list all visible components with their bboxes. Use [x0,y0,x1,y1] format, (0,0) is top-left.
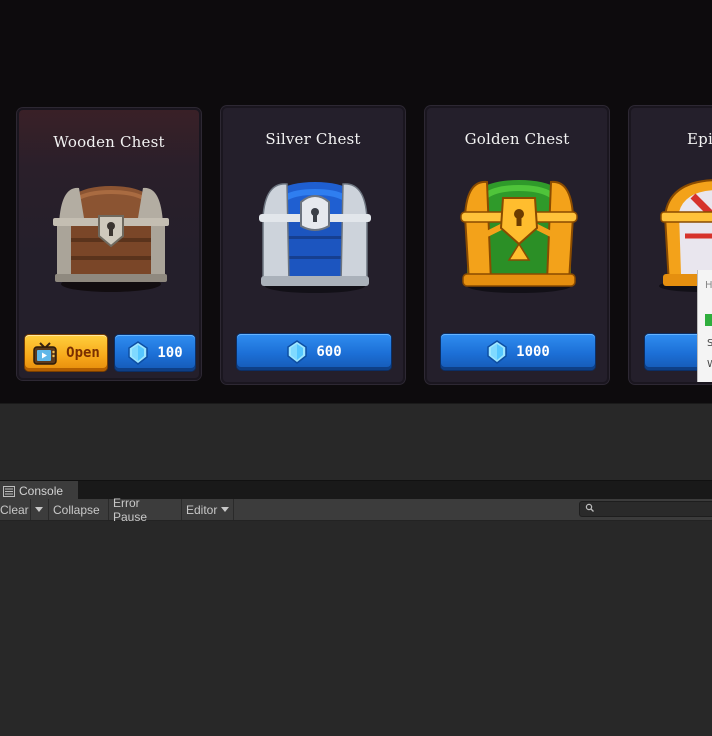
console-log-area[interactable] [0,521,712,736]
collapse-label: Collapse [53,502,100,517]
chest-card-wooden: Wooden Chest Open 100 [17,108,201,380]
error-pause-label: Error Pause [113,495,148,524]
error-pause-toggle[interactable]: Error Pause [109,496,182,524]
buy-wooden-chest-button[interactable]: 100 [115,335,195,371]
open-ad-button[interactable]: Open [25,335,107,371]
price-label: 100 [157,345,183,361]
gem-icon [128,341,149,365]
wooden-chest-icon [53,186,169,292]
clear-button[interactable]: Clear [0,499,31,520]
collapse-toggle[interactable]: Collapse [49,499,109,520]
chest-card-golden: Golden Chest 1000 [425,106,609,384]
editor-target-dropdown[interactable]: Editor [182,499,234,520]
price-label: 600 [316,344,342,360]
clear-options-dropdown[interactable] [31,499,49,520]
popup-text-h: H [705,280,712,291]
price-label: 1000 [516,344,550,360]
editor-empty-panel [0,403,712,481]
chest-title: Golden Chest [464,130,570,148]
tv-ad-icon [33,342,57,365]
console-search[interactable] [579,501,712,517]
popup-status-indicator [705,314,712,326]
gem-icon [287,340,308,364]
buy-silver-chest-button[interactable]: 600 [237,334,391,370]
overlay-popup: H S W [697,270,712,382]
open-label: Open [66,345,100,361]
editor-label: Editor [186,502,218,517]
game-view: Wooden Chest Open 100 Silver Chest 600 G… [0,0,712,403]
buy-golden-chest-button[interactable]: 1000 [441,334,595,370]
console-toolbar: Clear Collapse Error Pause Editor [0,496,712,524]
golden-chest-icon [460,180,578,293]
chest-title: Epic [687,130,712,148]
silver-chest-icon [259,182,371,293]
chest-card-silver: Silver Chest 600 [221,106,405,384]
tab-console[interactable]: Console [0,481,78,501]
search-input[interactable] [596,502,712,516]
chest-title: Silver Chest [265,130,361,148]
chevron-down-icon [221,507,230,512]
popup-text-s: S [707,338,712,349]
console-tab-bar: Console [0,480,712,501]
tab-console-label: Console [19,484,64,498]
chevron-down-icon [35,507,43,512]
clear-label: Clear [0,502,29,517]
gem-icon [487,340,507,364]
search-icon [585,503,594,512]
console-list-icon [3,485,15,497]
popup-text-w: W [707,359,712,370]
chest-title: Wooden Chest [53,133,165,151]
